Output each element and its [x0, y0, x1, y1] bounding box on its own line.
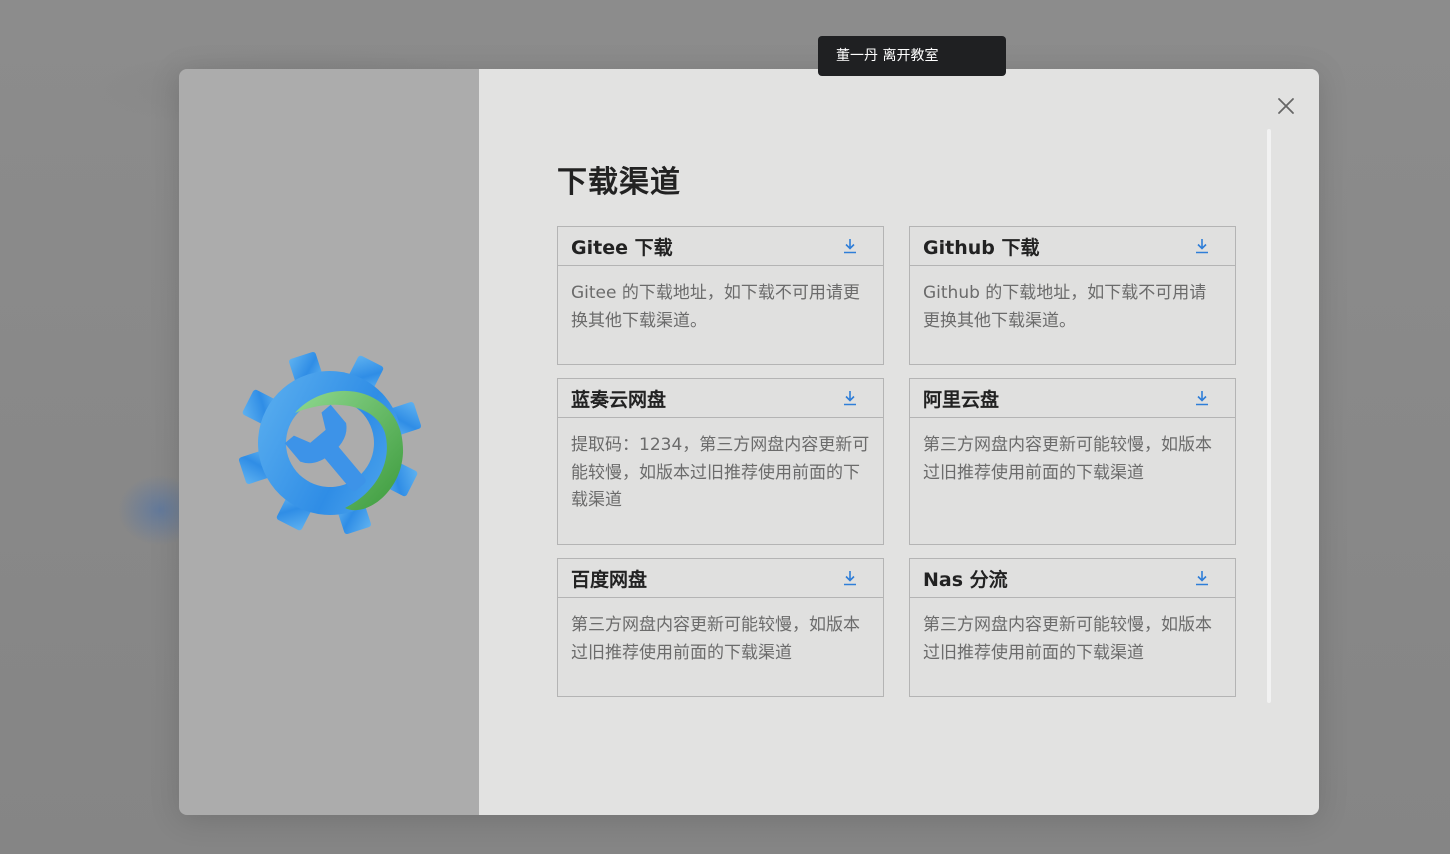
channel-card[interactable]: 蓝奏云网盘 提取码：1234，第三方网盘内容更新可能较慢，如版本过旧推荐使用前面… — [557, 378, 884, 545]
dialog-content: 下载渠道 Gitee 下载 Gitee 的下载地址，如下载不可用请更换其他下载渠… — [479, 69, 1319, 815]
channel-card-header: 蓝奏云网盘 — [558, 379, 883, 418]
dialog-sidebar — [179, 69, 479, 815]
channel-description: 提取码：1234，第三方网盘内容更新可能较慢，如版本过旧推荐使用前面的下载渠道 — [571, 435, 870, 510]
download-icon[interactable] — [843, 390, 857, 406]
channel-card[interactable]: Github 下载 Github 的下载地址，如下载不可用请更换其他下载渠道。 — [909, 226, 1236, 365]
download-icon[interactable] — [843, 238, 857, 254]
download-icon[interactable] — [843, 570, 857, 586]
channel-description: Github 的下载地址，如下载不可用请更换其他下载渠道。 — [923, 283, 1207, 331]
gear-wrench-logo-icon — [238, 351, 422, 535]
close-button[interactable] — [1274, 94, 1298, 118]
channel-name: 百度网盘 — [571, 568, 648, 591]
channel-card-header: Github 下载 — [910, 227, 1235, 266]
channel-card[interactable]: 百度网盘 第三方网盘内容更新可能较慢，如版本过旧推荐使用前面的下载渠道 — [557, 558, 884, 697]
channel-name: Nas 分流 — [923, 568, 1008, 591]
channel-description: 第三方网盘内容更新可能较慢，如版本过旧推荐使用前面的下载渠道 — [923, 435, 1212, 483]
dialog-title: 下载渠道 — [557, 165, 681, 200]
channel-name: Github 下载 — [923, 236, 1040, 259]
channel-name: 阿里云盘 — [923, 388, 1000, 411]
channel-card[interactable]: 阿里云盘 第三方网盘内容更新可能较慢，如版本过旧推荐使用前面的下载渠道 — [909, 378, 1236, 545]
download-icon[interactable] — [1195, 390, 1209, 406]
close-icon — [1278, 98, 1294, 114]
channel-name: 蓝奏云网盘 — [571, 388, 667, 411]
scrollbar[interactable] — [1267, 129, 1271, 703]
download-icon[interactable] — [1195, 570, 1209, 586]
channel-description: 第三方网盘内容更新可能较慢，如版本过旧推荐使用前面的下载渠道 — [923, 615, 1212, 663]
channel-card-header: 百度网盘 — [558, 559, 883, 598]
channel-card-header: Nas 分流 — [910, 559, 1235, 598]
download-dialog: 下载渠道 Gitee 下载 Gitee 的下载地址，如下载不可用请更换其他下载渠… — [179, 69, 1319, 815]
channel-card-header: Gitee 下载 — [558, 227, 883, 266]
channel-card[interactable]: Gitee 下载 Gitee 的下载地址，如下载不可用请更换其他下载渠道。 — [557, 226, 884, 365]
channel-card[interactable]: Nas 分流 第三方网盘内容更新可能较慢，如版本过旧推荐使用前面的下载渠道 — [909, 558, 1236, 697]
toast-notification: 董一丹 离开教室 — [818, 36, 1006, 76]
channel-description: 第三方网盘内容更新可能较慢，如版本过旧推荐使用前面的下载渠道 — [571, 615, 860, 663]
channel-card-header: 阿里云盘 — [910, 379, 1235, 418]
toast-text: 董一丹 离开教室 — [836, 48, 939, 64]
channel-name: Gitee 下载 — [571, 236, 673, 259]
download-icon[interactable] — [1195, 238, 1209, 254]
channel-description: Gitee 的下载地址，如下载不可用请更换其他下载渠道。 — [571, 283, 860, 331]
